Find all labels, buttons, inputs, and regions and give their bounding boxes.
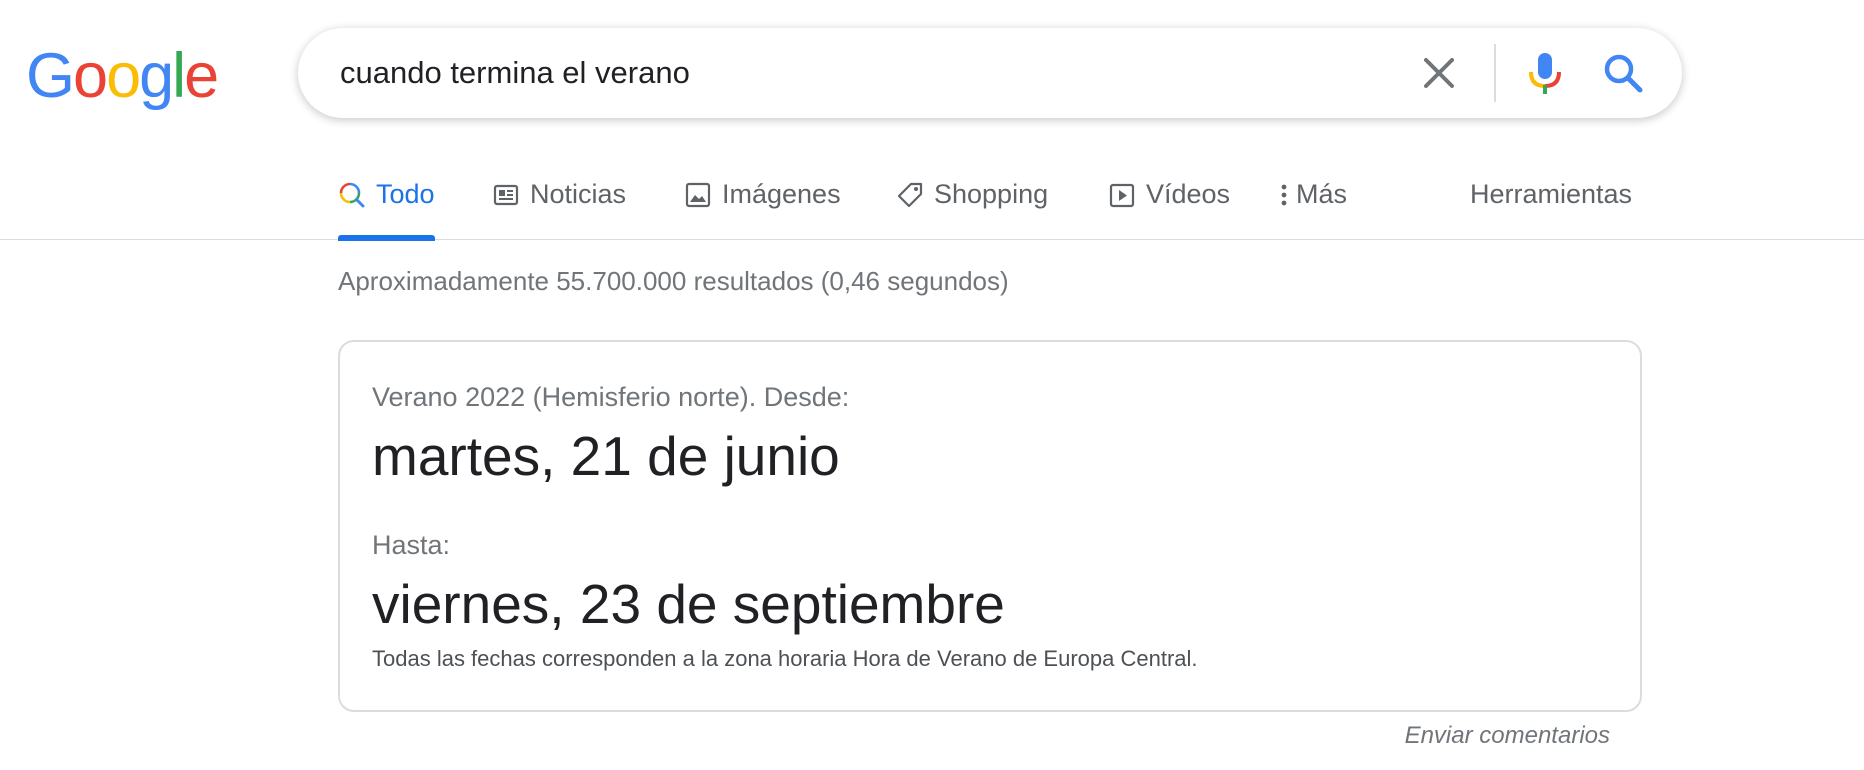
image-icon (684, 181, 712, 209)
search-icon (338, 181, 366, 209)
timezone-note: Todas las fechas corresponden a la zona … (372, 646, 1198, 671)
tab-mas[interactable]: Más (1278, 150, 1347, 239)
answer-card: Verano 2022 (Hemisferio norte). Desde: m… (338, 340, 1642, 712)
voice-search-button[interactable] (1520, 48, 1570, 98)
search-box: cuando termina el verano (298, 28, 1682, 118)
tab-label: Todo (376, 179, 435, 209)
search-box-divider (1494, 44, 1496, 102)
search-submit-button[interactable] (1598, 48, 1648, 98)
close-icon (1424, 58, 1454, 88)
tab-label: Noticias (530, 179, 627, 209)
tab-todo[interactable]: Todo (338, 150, 435, 241)
date-range-to-label: Hasta: (372, 530, 451, 560)
play-icon (1108, 181, 1136, 209)
date-range-from-value: martes, 21 de junio (372, 425, 840, 487)
date-range-to-value: viernes, 23 de septiembre (372, 573, 1005, 635)
tab-shopping[interactable]: Shopping (896, 150, 1048, 239)
search-input[interactable]: cuando termina el verano (340, 28, 690, 118)
logo-letter: o (106, 41, 141, 111)
tab-noticias[interactable]: Noticias (492, 150, 626, 239)
search-tabs: Todo Noticias Imágenes Shopping Vídeos M… (0, 150, 1864, 241)
clear-search-button[interactable] (1414, 48, 1464, 98)
tab-label: Vídeos (1146, 179, 1231, 209)
newspaper-icon (492, 181, 520, 209)
logo-letter: e (184, 41, 219, 111)
tab-imagenes[interactable]: Imágenes (684, 150, 841, 239)
tab-label: Imágenes (722, 179, 841, 209)
send-feedback-link[interactable]: Enviar comentarios (1405, 722, 1610, 750)
result-stats: Aproximadamente 55.700.000 resultados (0… (338, 266, 1009, 296)
tab-label: Más (1296, 179, 1348, 209)
tools-label: Herramientas (1470, 179, 1633, 209)
logo-letter: g (139, 41, 174, 111)
logo-letter: G (26, 41, 75, 111)
tools-button[interactable]: Herramientas (1470, 150, 1632, 239)
logo-letter: l (172, 41, 186, 111)
microphone-icon (1529, 53, 1561, 94)
search-results-page: Google cuando termina el verano Todo Not… (0, 0, 1864, 770)
google-logo[interactable]: Google (26, 38, 219, 114)
more-vert-icon (1278, 181, 1290, 209)
logo-letter: o (73, 41, 108, 111)
search-icon (1604, 54, 1643, 93)
tag-icon (896, 181, 924, 209)
date-range-from-label: Verano 2022 (Hemisferio norte). Desde: (372, 382, 850, 412)
tab-label: Shopping (934, 179, 1049, 209)
tab-videos[interactable]: Vídeos (1108, 150, 1230, 239)
